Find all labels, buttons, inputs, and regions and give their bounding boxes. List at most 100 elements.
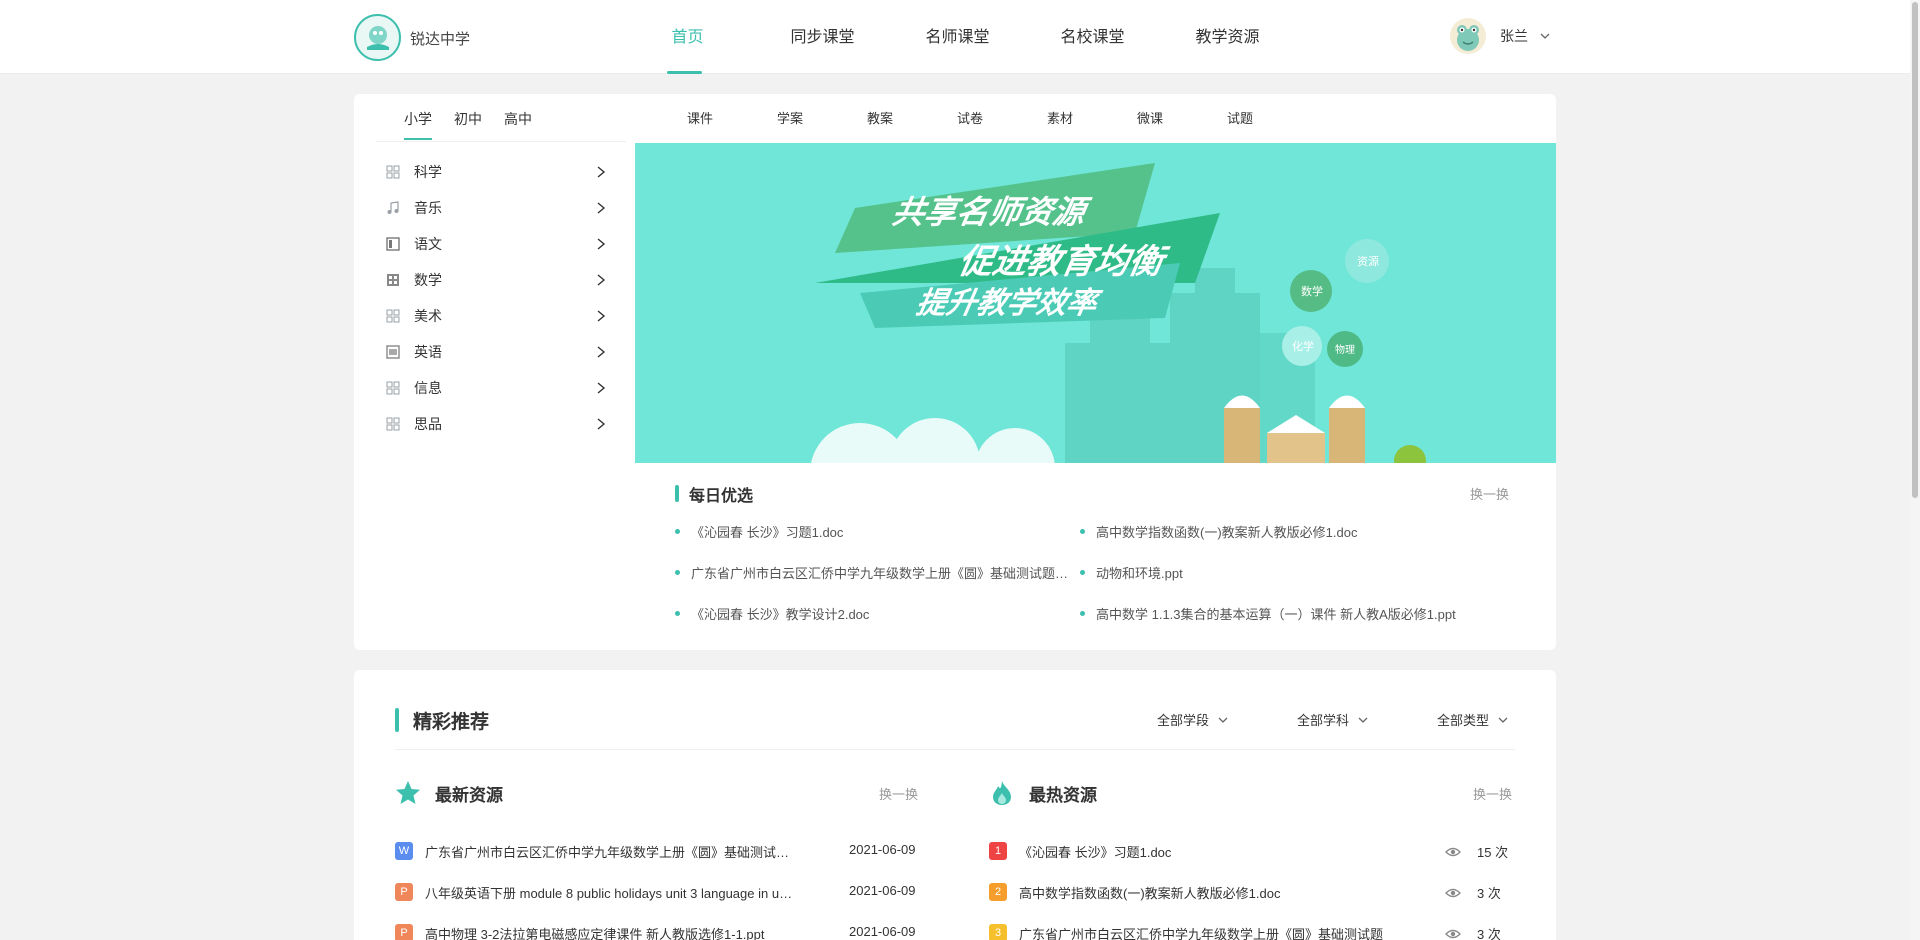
banner-line-2: 促进教育均衡 [956, 242, 1173, 282]
chevron-down-icon[interactable] [1540, 31, 1550, 41]
banner-carousel[interactable]: 共享名师资源 促进教育均衡 提升教学效率 资源 数学 化学 物理 [635, 143, 1556, 463]
user-menu[interactable]: 张兰 [1450, 18, 1550, 54]
frog-avatar-icon [1457, 25, 1479, 51]
banner-tag-3: 化学 [1292, 339, 1314, 353]
view-count-text: 3 次 [1477, 886, 1501, 901]
sidebar-item-music[interactable]: 音乐 [386, 190, 606, 226]
list-item[interactable]: P 八年级英语下册 module 8 public holidays unit … [395, 881, 795, 903]
subject-list: 科学 音乐 语文 数学 美术 英语 信息 思品 [386, 154, 606, 442]
chevron-right-icon [597, 238, 606, 250]
resource-date: 2021-06-09 [849, 883, 916, 898]
nav-teacher-class[interactable]: 名师课堂 [890, 0, 1025, 74]
chevron-right-icon [597, 418, 606, 430]
banner-tag-4: 物理 [1335, 343, 1355, 356]
resource-title: 广东省广州市白云区汇侨中学九年级数学上册《圆》基础测试题（无答案） [425, 844, 795, 860]
list-item[interactable]: 1 《沁园春 长沙》习题1.doc [989, 840, 1399, 862]
tab-primary[interactable]: 小学 [404, 108, 432, 140]
sidebar-item-chinese[interactable]: 语文 [386, 226, 606, 262]
sidebar-item-information[interactable]: 信息 [386, 370, 606, 406]
swap-button[interactable]: 换一换 [1473, 784, 1512, 803]
hottest-header: 最热资源 [989, 780, 1097, 806]
calculator-icon [387, 274, 399, 286]
tab-micro-lesson[interactable]: 微课 [1105, 108, 1195, 130]
daily-item[interactable]: 《沁园春 长沙》教学设计2.doc [675, 604, 1055, 623]
divider [376, 141, 626, 142]
tab-exam-paper[interactable]: 试卷 [925, 108, 1015, 130]
tab-lesson-plan[interactable]: 教案 [835, 108, 925, 130]
music-note-icon [387, 201, 399, 214]
daily-item[interactable]: 高中数学 1.1.3集合的基本运算（一）课件 新人教A版必修1.ppt [1080, 604, 1475, 623]
resource-title: 高中物理 3-2法拉第电磁感应定律课件 新人教版选修1-1.ppt [425, 926, 765, 940]
ppt-file-icon: P [395, 883, 413, 901]
latest-title: 最新资源 [435, 785, 503, 805]
list-item[interactable]: W 广东省广州市白云区汇侨中学九年级数学上册《圆》基础测试题（无答案） [395, 840, 795, 862]
sidebar-item-label: 音乐 [414, 200, 442, 216]
swap-button[interactable]: 换一换 [1470, 484, 1509, 503]
banner-tag-1: 资源 [1357, 254, 1379, 268]
latest-header: 最新资源 [395, 780, 503, 806]
sidebar-item-math[interactable]: 数学 [386, 262, 606, 298]
view-count: 3 次 [1445, 924, 1501, 940]
tab-courseware[interactable]: 课件 [655, 108, 745, 130]
list-item[interactable]: P 高中物理 3-2法拉第电磁感应定律课件 新人教版选修1-1.ppt [395, 922, 795, 940]
filter-label: 全部类型 [1437, 713, 1490, 728]
catalog-panel: 小学 初中 高中 科学 音乐 语文 数学 美术 英语 信息 思品 课件 学案 教… [354, 94, 1556, 650]
sidebar-item-art[interactable]: 美术 [386, 298, 606, 334]
list-item[interactable]: 3 广东省广州市白云区汇侨中学九年级数学上册《圆》基础测试题 [989, 922, 1399, 940]
sidebar-item-label: 数学 [414, 272, 442, 288]
stage-tabs: 小学 初中 高中 [404, 108, 554, 140]
view-count-text: 15 次 [1477, 845, 1509, 860]
nav-teaching-resources[interactable]: 教学资源 [1160, 0, 1295, 74]
avatar[interactable] [1450, 18, 1486, 54]
resource-type-tabs: 课件 学案 教案 试卷 素材 微课 试题 [655, 108, 1285, 130]
chevron-down-icon [1358, 717, 1368, 723]
tab-questions[interactable]: 试题 [1195, 108, 1285, 130]
banner-line-1: 共享名师资源 [889, 193, 1093, 231]
nav-sync-class[interactable]: 同步课堂 [755, 0, 890, 74]
grid-icon [386, 165, 400, 179]
resource-date: 2021-06-09 [849, 924, 916, 939]
sidebar-item-english[interactable]: 英语 [386, 334, 606, 370]
tab-junior[interactable]: 初中 [454, 108, 482, 140]
resource-title: 高中数学指数函数(一)教案新人教版必修1.doc [1019, 885, 1281, 901]
nav-home[interactable]: 首页 [620, 0, 755, 74]
tab-study-plan[interactable]: 学案 [745, 108, 835, 130]
filter-stage-dropdown[interactable]: 全部学段 [1157, 710, 1228, 729]
daily-item[interactable]: 广东省广州市白云区汇侨中学九年级数学上册《圆》基础测试题（无答案）新人教版.do… [675, 563, 1070, 582]
main-nav: 首页 同步课堂 名师课堂 名校课堂 教学资源 [620, 0, 1295, 74]
page-scrollbar[interactable] [1910, 0, 1920, 940]
tab-senior[interactable]: 高中 [504, 108, 532, 140]
school-logo[interactable] [354, 14, 401, 61]
chevron-down-icon [1498, 717, 1508, 723]
grid-icon [386, 381, 400, 395]
flame-icon [993, 781, 1011, 805]
filter-label: 全部学科 [1297, 713, 1350, 728]
tab-material[interactable]: 素材 [1015, 108, 1105, 130]
grid-icon [386, 309, 400, 323]
sidebar-item-label: 科学 [414, 164, 442, 180]
eye-icon [1445, 847, 1461, 856]
chevron-right-icon [597, 274, 606, 286]
eye-icon [1445, 929, 1461, 938]
daily-item[interactable]: 高中数学指数函数(一)教案新人教版必修1.doc [1080, 522, 1480, 541]
rank-badge: 2 [989, 883, 1007, 901]
school-name: 锐达中学 [410, 31, 471, 48]
hottest-title: 最热资源 [1029, 785, 1097, 805]
top-header: 锐达中学 首页 同步课堂 名师课堂 名校课堂 教学资源 张兰 [0, 0, 1920, 74]
nav-school-class[interactable]: 名校课堂 [1025, 0, 1160, 74]
rank-badge: 1 [989, 842, 1007, 860]
swap-button[interactable]: 换一换 [879, 784, 918, 803]
list-item[interactable]: 2 高中数学指数函数(一)教案新人教版必修1.doc [989, 881, 1399, 903]
divider [395, 749, 1515, 750]
english-icon [386, 345, 400, 359]
sidebar-item-science[interactable]: 科学 [386, 154, 606, 190]
daily-item[interactable]: 《沁园春 长沙》习题1.doc [675, 522, 1055, 541]
recommend-title: 精彩推荐 [413, 712, 490, 733]
filter-subject-dropdown[interactable]: 全部学科 [1297, 710, 1368, 729]
star-icon [396, 781, 420, 804]
resource-title: 八年级英语下册 module 8 public holidays unit 3 … [425, 885, 795, 901]
filter-type-dropdown[interactable]: 全部类型 [1437, 710, 1508, 729]
scrollbar-thumb[interactable] [1912, 2, 1918, 498]
sidebar-item-morality[interactable]: 思品 [386, 406, 606, 442]
daily-item[interactable]: 动物和环境.ppt [1080, 563, 1480, 582]
